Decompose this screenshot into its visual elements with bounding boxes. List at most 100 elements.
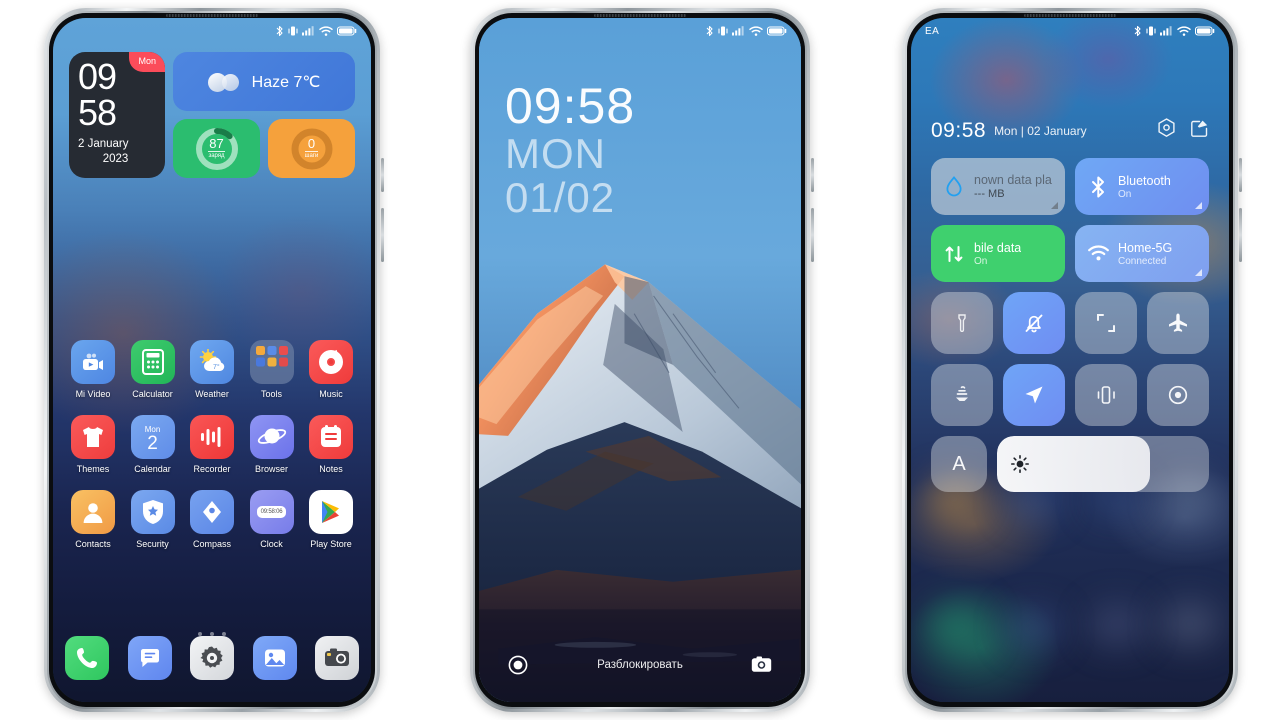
battery-icon <box>337 26 357 36</box>
dock-settings[interactable] <box>190 636 234 680</box>
toggle-silent[interactable] <box>1003 292 1065 354</box>
dock-gallery[interactable] <box>252 636 297 680</box>
app-label: Calculator <box>132 389 173 399</box>
browser-icon <box>249 415 294 459</box>
toggle-cast[interactable] <box>931 364 993 426</box>
toggle-screen-record[interactable] <box>1147 364 1209 426</box>
app-recorder[interactable]: Recorder <box>184 415 240 474</box>
tile-bluetooth[interactable]: Bluetooth On <box>1075 158 1209 215</box>
lock-date: 01/02 <box>505 174 616 221</box>
bluetooth-icon <box>276 25 283 37</box>
calendar-day-num: 2 <box>147 432 158 454</box>
auto-brightness-label: A <box>952 452 966 475</box>
signal-icon <box>732 26 744 36</box>
wifi-icon <box>749 26 763 36</box>
app-play-store[interactable]: Play Store <box>303 490 359 549</box>
earpiece-speaker-2 <box>594 14 686 17</box>
dock-camera[interactable] <box>315 636 359 680</box>
control-center-header: 09:58 Mon | 02 January <box>931 118 1209 143</box>
app-label: Clock <box>260 539 283 549</box>
haze-icon <box>207 72 242 92</box>
dock-phone[interactable] <box>65 636 109 680</box>
lock-bottom-bar: Разблокировать <box>479 654 801 676</box>
recorder-icon <box>190 415 234 459</box>
tile-subtitle: On <box>974 255 988 267</box>
bluetooth-icon <box>706 25 713 37</box>
vibrate-icon <box>1146 26 1156 36</box>
app-mi-video[interactable]: Mi Video <box>65 340 121 399</box>
battery-widget[interactable]: 87 заряд <box>173 119 260 178</box>
tools-folder-icon <box>249 340 294 384</box>
app-clock[interactable]: 09:58:06 Clock <box>244 490 300 549</box>
cc-header-actions <box>1157 118 1209 143</box>
contacts-icon <box>71 490 115 534</box>
volume-button[interactable] <box>381 208 384 262</box>
tile-data-plan[interactable]: nown data pla --- MB <box>931 158 1065 215</box>
app-label: Recorder <box>193 464 231 474</box>
cc-toggle-row-2 <box>931 364 1209 426</box>
volume-button-3[interactable] <box>1239 208 1242 262</box>
toggle-screenshot[interactable] <box>1075 292 1137 354</box>
app-compass[interactable]: Compass <box>184 490 240 549</box>
steps-widget[interactable]: 0 шаги <box>268 119 355 178</box>
music-icon <box>309 340 353 384</box>
tile-mobile-data[interactable]: bile data On <box>931 225 1065 282</box>
app-label: Browser <box>254 464 288 474</box>
toggle-vibrate[interactable] <box>1075 364 1137 426</box>
bluetooth-icon <box>1134 25 1141 37</box>
play-store-icon <box>309 490 353 534</box>
compass-icon <box>190 490 234 534</box>
tile-expand-corner[interactable] <box>1195 202 1202 209</box>
wifi-icon <box>319 26 333 36</box>
bluetooth-icon <box>1087 176 1109 198</box>
brightness-slider[interactable] <box>997 436 1209 492</box>
blur-blob <box>1007 608 1061 648</box>
battery-widget-label: заряд <box>208 151 225 159</box>
lock-clock: 09:58 MON 01/02 <box>505 80 635 220</box>
tile-expand-corner[interactable] <box>1195 269 1202 276</box>
settings-hex-icon[interactable] <box>1157 118 1176 143</box>
phone-icon <box>77 648 97 668</box>
battery-icon <box>1195 26 1215 36</box>
power-button[interactable] <box>381 158 384 192</box>
toggle-location[interactable] <box>1003 364 1065 426</box>
volume-button-2[interactable] <box>811 208 814 262</box>
status-bar-lock <box>479 18 801 44</box>
app-calculator[interactable]: Calculator <box>125 340 181 399</box>
toggle-auto-brightness[interactable]: A <box>931 436 987 492</box>
app-weather[interactable]: 7° Weather <box>184 340 240 399</box>
app-music[interactable]: Music <box>303 340 359 399</box>
app-row-3: Contacts Security Compass 09:58:06 Clock… <box>65 490 359 549</box>
battery-icon <box>767 26 787 36</box>
tile-wifi[interactable]: Home-5G Connected <box>1075 225 1209 282</box>
app-security[interactable]: Security <box>125 490 181 549</box>
app-calendar[interactable]: Mon 2 Calendar <box>125 415 181 474</box>
record-shortcut-button[interactable] <box>507 654 529 676</box>
tile-expand-corner[interactable] <box>1051 202 1058 209</box>
power-button-3[interactable] <box>1239 158 1242 192</box>
screen-control-center[interactable]: EA 09:58 Mon | 02 January nown data pla … <box>911 18 1229 702</box>
app-label: Themes <box>76 464 110 474</box>
security-icon <box>130 490 175 534</box>
toggle-airplane[interactable] <box>1147 292 1209 354</box>
silent-bell-icon <box>1025 314 1043 333</box>
clock-widget[interactable]: Mon 09 58 2 January 2023 <box>69 52 165 178</box>
toggle-flashlight[interactable] <box>931 292 993 354</box>
screen-lock[interactable]: 09:58 MON 01/02 Разблокировать <box>479 18 801 702</box>
app-notes[interactable]: Notes <box>303 415 359 474</box>
app-tools-folder[interactable]: Tools <box>244 340 300 399</box>
app-themes[interactable]: Themes <box>65 415 121 474</box>
app-browser[interactable]: Browser <box>244 415 300 474</box>
screen-home[interactable]: Mon 09 58 2 January 2023 Haze 7℃ 87 заря… <box>53 18 371 702</box>
weather-widget[interactable]: Haze 7℃ <box>173 52 355 111</box>
app-contacts[interactable]: Contacts <box>65 490 121 549</box>
dock-messages[interactable] <box>127 636 172 680</box>
power-button-2[interactable] <box>811 158 814 192</box>
cc-brightness-row: A <box>931 436 1209 492</box>
camera-shortcut-button[interactable] <box>751 654 773 676</box>
blur-blob <box>1161 602 1219 646</box>
settings-gear-icon <box>200 646 223 668</box>
edit-icon[interactable] <box>1190 119 1209 143</box>
app-grid: Mi Video Calculator 7° Weather Tools Mus… <box>65 340 359 565</box>
app-label: Mi Video <box>75 389 111 399</box>
